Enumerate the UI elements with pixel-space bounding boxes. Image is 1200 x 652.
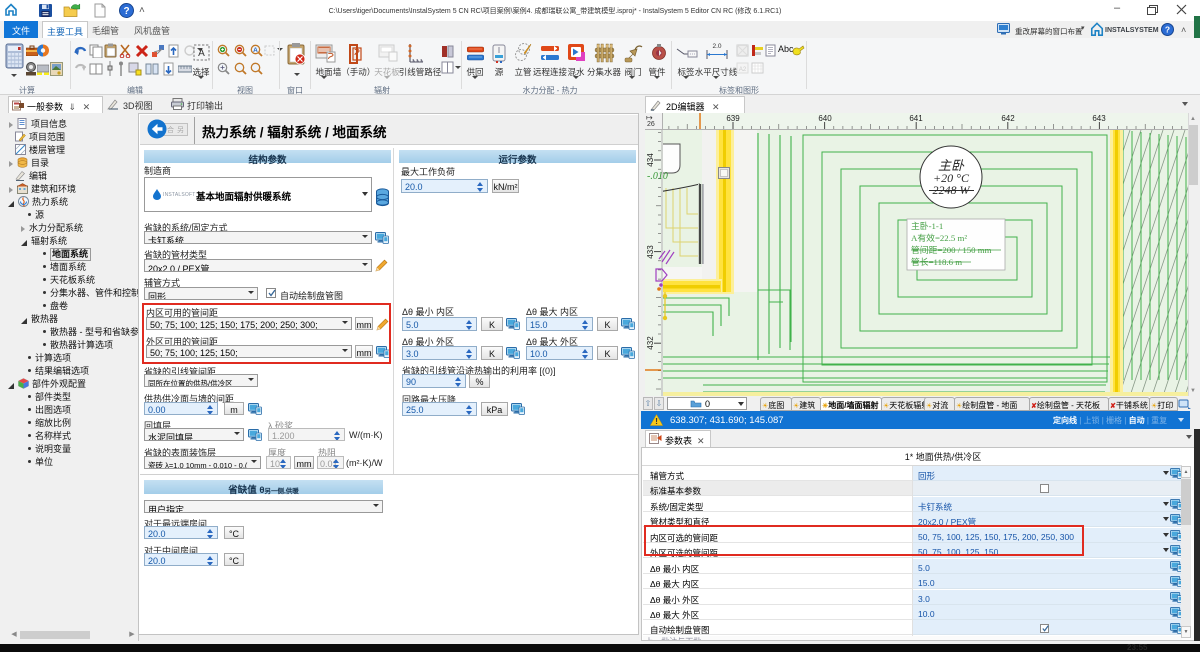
svg-text:A: A: [198, 48, 205, 59]
svg-text:434: 434: [646, 153, 655, 167]
svg-text:A2: A2: [739, 67, 747, 73]
svg-text:A: A: [253, 47, 258, 54]
svg-text:640: 640: [818, 114, 832, 123]
svg-text:2248 W: 2248 W: [933, 183, 971, 197]
svg-text:主卧-1-1: 主卧-1-1: [911, 220, 943, 231]
svg-text:管长=118.6 m: 管长=118.6 m: [911, 256, 962, 267]
svg-text:管间距=200 / 150 mm: 管间距=200 / 150 mm: [911, 244, 992, 255]
svg-text:!: !: [655, 416, 658, 426]
svg-text:643: 643: [1092, 114, 1106, 123]
svg-text:642: 642: [1001, 114, 1015, 123]
svg-text:?: ?: [1165, 25, 1170, 35]
svg-text:639: 639: [726, 114, 740, 123]
svg-text:A有效=22.5 m²: A有效=22.5 m²: [911, 232, 967, 243]
svg-text:?: ?: [123, 6, 129, 17]
svg-text:2.0: 2.0: [712, 43, 721, 50]
svg-text:432: 432: [646, 336, 655, 350]
svg-text:641: 641: [909, 114, 923, 123]
